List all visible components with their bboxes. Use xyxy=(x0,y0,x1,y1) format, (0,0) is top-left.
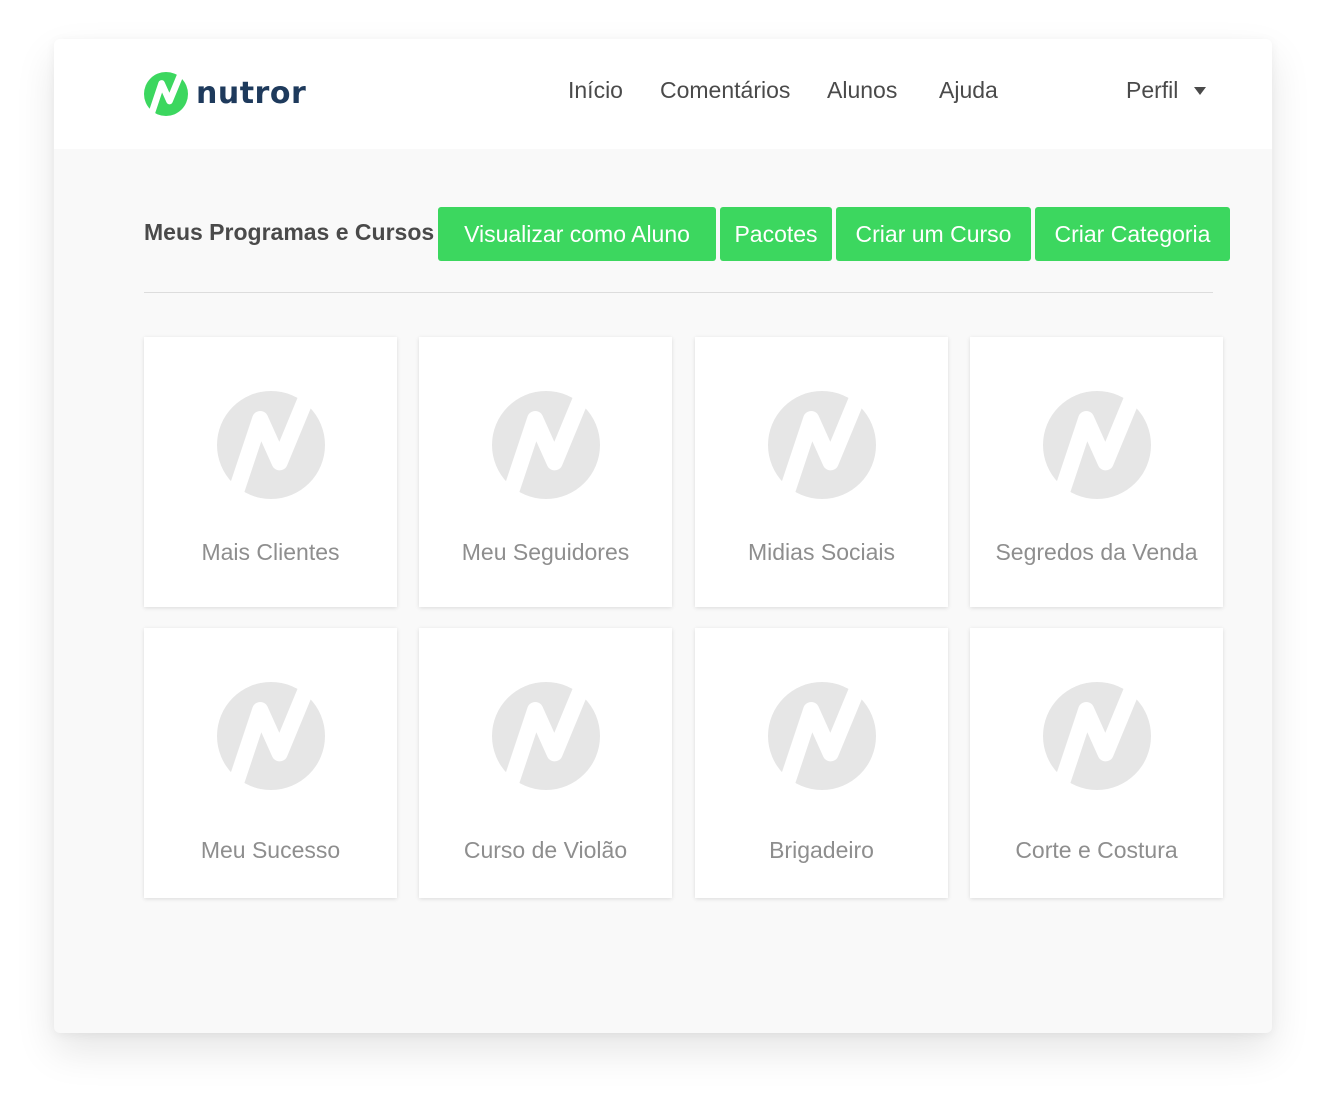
course-title: Segredos da Venda xyxy=(995,539,1198,565)
nutror-placeholder-icon xyxy=(768,391,876,499)
section-divider xyxy=(144,292,1213,293)
course-card[interactable]: Mais Clientes xyxy=(144,337,397,607)
nav-item-ajuda[interactable]: Ajuda xyxy=(939,77,998,104)
nav-item-alunos[interactable]: Alunos xyxy=(827,77,897,104)
brand-name: nutror xyxy=(196,76,307,111)
course-title: Meu Sucesso xyxy=(200,837,341,863)
nutror-placeholder-icon xyxy=(492,682,600,790)
nav-item-inicio[interactable]: Início xyxy=(568,77,623,104)
top-navigation-bar: nutror Início Comentários Alunos Ajuda P… xyxy=(54,39,1272,149)
course-title: Curso de Violão xyxy=(463,837,628,863)
course-title: Meu Seguidores xyxy=(461,539,630,565)
profile-label: Perfil xyxy=(1126,77,1179,103)
page-title: Meus Programas e Cursos xyxy=(144,219,435,245)
course-card[interactable]: Brigadeiro xyxy=(695,628,948,898)
nutror-placeholder-icon xyxy=(768,682,876,790)
caret-down-icon xyxy=(1194,86,1207,95)
brand-logo[interactable]: nutror xyxy=(144,72,306,116)
packages-button[interactable]: Pacotes xyxy=(720,207,832,261)
course-title: Mais Clientes xyxy=(201,539,340,565)
course-card[interactable]: Midias Sociais xyxy=(695,337,948,607)
create-course-button[interactable]: Criar um Curso xyxy=(836,207,1031,261)
nutror-logo-icon xyxy=(144,72,188,116)
course-title: Brigadeiro xyxy=(769,837,874,863)
nav-item-comentarios[interactable]: Comentários xyxy=(660,77,790,104)
nutror-placeholder-icon xyxy=(217,391,325,499)
create-category-button[interactable]: Criar Categoria xyxy=(1035,207,1230,261)
course-card[interactable]: Curso de Violão xyxy=(419,628,672,898)
nutror-placeholder-icon xyxy=(1043,682,1151,790)
course-card[interactable]: Corte e Costura xyxy=(970,628,1223,898)
nutror-placeholder-icon xyxy=(492,391,600,499)
course-card[interactable]: Segredos da Venda xyxy=(970,337,1223,607)
course-card[interactable]: Meu Seguidores xyxy=(419,337,672,607)
app-window: nutror Início Comentários Alunos Ajuda P… xyxy=(54,39,1272,1033)
nutror-placeholder-icon xyxy=(217,682,325,790)
course-title: Corte e Costura xyxy=(1015,837,1178,863)
course-card[interactable]: Meu Sucesso xyxy=(144,628,397,898)
nutror-placeholder-icon xyxy=(1043,391,1151,499)
view-as-student-button[interactable]: Visualizar como Aluno xyxy=(438,207,716,261)
profile-menu[interactable]: Perfil xyxy=(1126,77,1207,104)
course-title: Midias Sociais xyxy=(748,539,895,565)
